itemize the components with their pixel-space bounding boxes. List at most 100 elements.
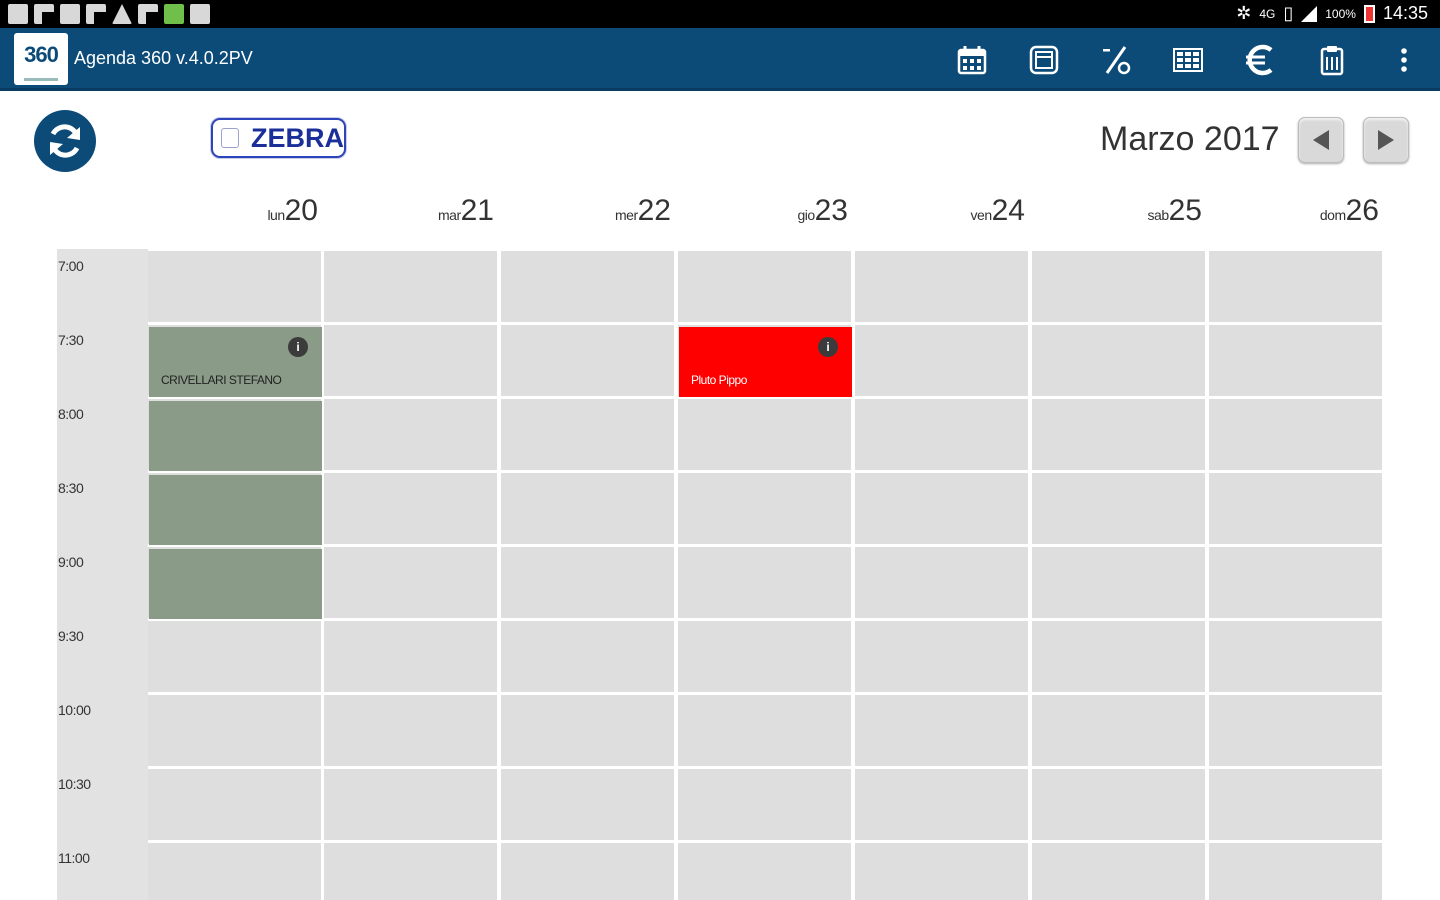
refresh-button[interactable]: [34, 110, 96, 172]
list-button[interactable]: [1008, 28, 1080, 91]
toolbar: [936, 28, 1440, 91]
time-slot-cell[interactable]: [1032, 621, 1205, 692]
list-icon: [1029, 45, 1059, 74]
time-label: 7:30: [58, 332, 84, 348]
time-slot-cell[interactable]: [678, 769, 851, 840]
time-label: 11:00: [58, 850, 90, 866]
time-slot-cell[interactable]: [678, 843, 851, 900]
notification-icon: [34, 4, 54, 24]
time-slot-cell[interactable]: [1032, 399, 1205, 470]
time-slot-cell[interactable]: [1209, 547, 1382, 618]
time-slot-cell[interactable]: [1209, 621, 1382, 692]
next-week-button[interactable]: [1363, 117, 1409, 163]
time-slot-cell[interactable]: [148, 621, 321, 692]
percent-button[interactable]: [1080, 28, 1152, 91]
time-slot-cell[interactable]: [678, 621, 851, 692]
zebra-checkbox[interactable]: ZEBRA: [211, 118, 346, 158]
time-slot-cell[interactable]: [1032, 325, 1205, 396]
time-slot-cell[interactable]: [1209, 251, 1382, 322]
app-logo: 360: [14, 33, 68, 85]
day-number: 24: [991, 194, 1025, 227]
time-slot-cell[interactable]: [1032, 695, 1205, 766]
time-slot-cell[interactable]: [1209, 769, 1382, 840]
time-slot-cell[interactable]: [501, 399, 674, 470]
appointment-block[interactable]: [149, 475, 322, 545]
calendar-button[interactable]: [936, 28, 1008, 91]
clipboard-button[interactable]: [1296, 28, 1368, 91]
appointment-block[interactable]: CRIVELLARI STEFANO i: [149, 327, 322, 397]
time-slot-cell[interactable]: [678, 473, 851, 544]
flag-icon: [86, 4, 106, 24]
time-slot-cell[interactable]: [1209, 473, 1382, 544]
time-slot-cell[interactable]: [148, 769, 321, 840]
time-slot-cell[interactable]: [1032, 251, 1205, 322]
time-slot-cell[interactable]: [501, 547, 674, 618]
day-number: 22: [637, 194, 671, 227]
clipboard-icon: [1320, 45, 1344, 75]
info-icon[interactable]: i: [288, 337, 308, 357]
drive-icon: [112, 4, 132, 24]
time-slot-cell[interactable]: [324, 399, 497, 470]
time-slot-cell[interactable]: [148, 251, 321, 322]
app-bar: 360 Agenda 360 v.4.0.2PV: [0, 28, 1440, 91]
wifi-icon: ▯: [1283, 3, 1294, 23]
time-slot-cell[interactable]: [324, 547, 497, 618]
notification-icons: [8, 4, 210, 24]
day-name: lun: [267, 207, 285, 223]
euro-button[interactable]: [1224, 28, 1296, 91]
time-slot-cell[interactable]: [1032, 843, 1205, 900]
time-slot-cell[interactable]: [501, 251, 674, 322]
appointment-block[interactable]: Pluto Pippo i: [679, 327, 852, 397]
time-slot-cell[interactable]: [855, 621, 1028, 692]
time-slot-cell[interactable]: [1209, 399, 1382, 470]
time-slot-cell[interactable]: [855, 695, 1028, 766]
time-slot-cell[interactable]: [1209, 325, 1382, 396]
prev-week-button[interactable]: [1298, 117, 1344, 163]
time-slot-cell[interactable]: [324, 473, 497, 544]
time-slot-cell[interactable]: [501, 473, 674, 544]
time-slot-cell[interactable]: [501, 769, 674, 840]
system-icons: ✲ 4G ▯ 100% 14:35: [1236, 3, 1428, 24]
appointment-block[interactable]: [149, 549, 322, 619]
time-slot-cell[interactable]: [324, 769, 497, 840]
status-bar: ✲ 4G ▯ 100% 14:35: [0, 0, 1440, 28]
appointment-block[interactable]: [149, 401, 322, 471]
time-slot-cell[interactable]: [324, 325, 497, 396]
time-slot-cell[interactable]: [1032, 769, 1205, 840]
time-slot-cell[interactable]: [855, 843, 1028, 900]
overflow-menu-button[interactable]: [1368, 28, 1440, 91]
info-icon[interactable]: i: [818, 337, 838, 357]
time-slot-cell[interactable]: [1209, 843, 1382, 900]
time-slot-cell[interactable]: [501, 843, 674, 900]
time-slot-cell[interactable]: [678, 695, 851, 766]
time-slot-cell[interactable]: [324, 251, 497, 322]
time-label: 9:30: [58, 628, 84, 644]
time-slot-cell[interactable]: [855, 251, 1028, 322]
time-slot-cell[interactable]: [1209, 695, 1382, 766]
time-slot-cell[interactable]: [855, 547, 1028, 618]
time-slot-cell[interactable]: [324, 695, 497, 766]
month-title: Marzo 2017: [1100, 120, 1280, 158]
time-slot-cell[interactable]: [678, 251, 851, 322]
time-slot-cell[interactable]: [148, 695, 321, 766]
time-slot-cell[interactable]: [855, 325, 1028, 396]
time-slot-cell[interactable]: [324, 621, 497, 692]
time-slot-cell[interactable]: [501, 325, 674, 396]
calendar-icon: [957, 45, 987, 74]
time-slot-cell[interactable]: [501, 621, 674, 692]
time-slot-cell[interactable]: [1032, 547, 1205, 618]
time-slot-cell[interactable]: [855, 399, 1028, 470]
app-title: Agenda 360 v.4.0.2PV: [74, 48, 253, 68]
time-slot-cell[interactable]: [148, 843, 321, 900]
time-slot-cell[interactable]: [678, 399, 851, 470]
time-slot-cell[interactable]: [855, 473, 1028, 544]
time-slot-cell[interactable]: [678, 547, 851, 618]
time-slot-cell[interactable]: [1032, 473, 1205, 544]
grid-calendar-button[interactable]: [1152, 28, 1224, 91]
bluetooth-icon: ✲: [1236, 3, 1252, 23]
android-icon: [164, 4, 184, 24]
time-slot-cell[interactable]: [501, 695, 674, 766]
time-slot-cell[interactable]: [324, 843, 497, 900]
time-slot-cell[interactable]: [855, 769, 1028, 840]
time-label: 10:30: [58, 776, 91, 792]
